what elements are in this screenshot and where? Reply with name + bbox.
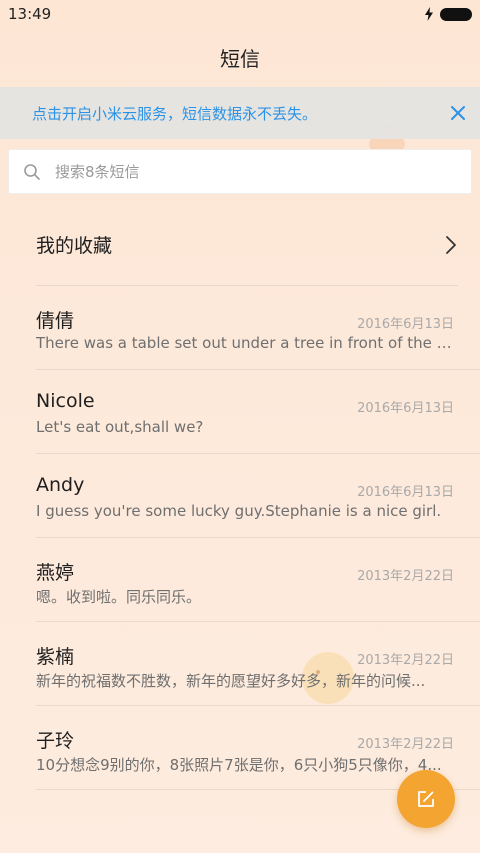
contact-name: 燕婷 <box>36 562 75 584</box>
message-date: 2013年2月22日 <box>357 737 454 752</box>
status-icons <box>424 7 472 21</box>
message-snippet: Let's eat out,shall we? <box>36 418 204 436</box>
contact-name: 子玲 <box>36 730 75 752</box>
favorites-entry[interactable]: 我的收藏 <box>36 204 458 286</box>
message-snippet: I guess you're some lucky guy.Stephanie … <box>36 502 442 520</box>
compose-icon <box>418 791 434 807</box>
contact-name: 倩倩 <box>36 310 75 332</box>
status-time: 13:49 <box>8 5 52 23</box>
message-date: 2016年6月13日 <box>357 485 454 500</box>
message-date: 2013年2月22日 <box>357 569 454 584</box>
conversation-row[interactable]: 紫楠 2013年2月22日 新年的祝福数不胜数，新年的愿望好多好多，新年的问候.… <box>36 622 480 706</box>
banner-text[interactable]: 点击开启小米云服务，短信数据永不丢失。 <box>32 103 317 124</box>
status-bar: 13:49 <box>0 0 480 28</box>
message-snippet: 新年的祝福数不胜数，新年的愿望好多好多，新年的问候... <box>36 672 426 690</box>
message-snippet: There was a table set out under a tree i… <box>36 334 452 352</box>
contact-name: Nicole <box>36 390 95 412</box>
compose-button[interactable] <box>397 770 455 828</box>
message-snippet: 10分想念9别的你，8张照片7张是你，6只小狗5只像你，4... <box>36 756 442 774</box>
app-header: 短信 <box>0 28 480 86</box>
message-date: 2016年6月13日 <box>357 317 454 332</box>
battery-icon <box>440 7 472 21</box>
search-icon <box>24 163 40 180</box>
conversation-row[interactable]: Nicole 2016年6月13日 Let's eat out,shall we… <box>36 370 480 454</box>
message-date: 2013年2月22日 <box>357 653 454 668</box>
cloud-service-banner[interactable]: 点击开启小米云服务，短信数据永不丢失。 <box>0 87 480 139</box>
contact-name: Andy <box>36 474 85 496</box>
favorites-label: 我的收藏 <box>36 235 113 257</box>
search-placeholder: 搜索8条短信 <box>55 163 140 181</box>
close-icon[interactable] <box>450 105 466 121</box>
conversation-row[interactable]: 燕婷 2013年2月22日 嗯。收到啦。同乐同乐。 <box>36 538 480 622</box>
conversation-list: 倩倩 2016年6月13日 There was a table set out … <box>36 286 480 790</box>
message-snippet: 嗯。收到啦。同乐同乐。 <box>36 588 202 606</box>
charging-icon <box>425 7 433 21</box>
search-input[interactable]: 搜索8条短信 <box>8 149 472 194</box>
contact-name: 紫楠 <box>36 646 75 668</box>
chevron-right-icon <box>446 235 456 254</box>
page-title: 短信 <box>220 46 260 71</box>
conversation-row[interactable]: 倩倩 2016年6月13日 There was a table set out … <box>36 286 480 370</box>
conversation-row[interactable]: Andy 2016年6月13日 I guess you're some luck… <box>36 454 480 538</box>
message-date: 2016年6月13日 <box>357 401 454 416</box>
